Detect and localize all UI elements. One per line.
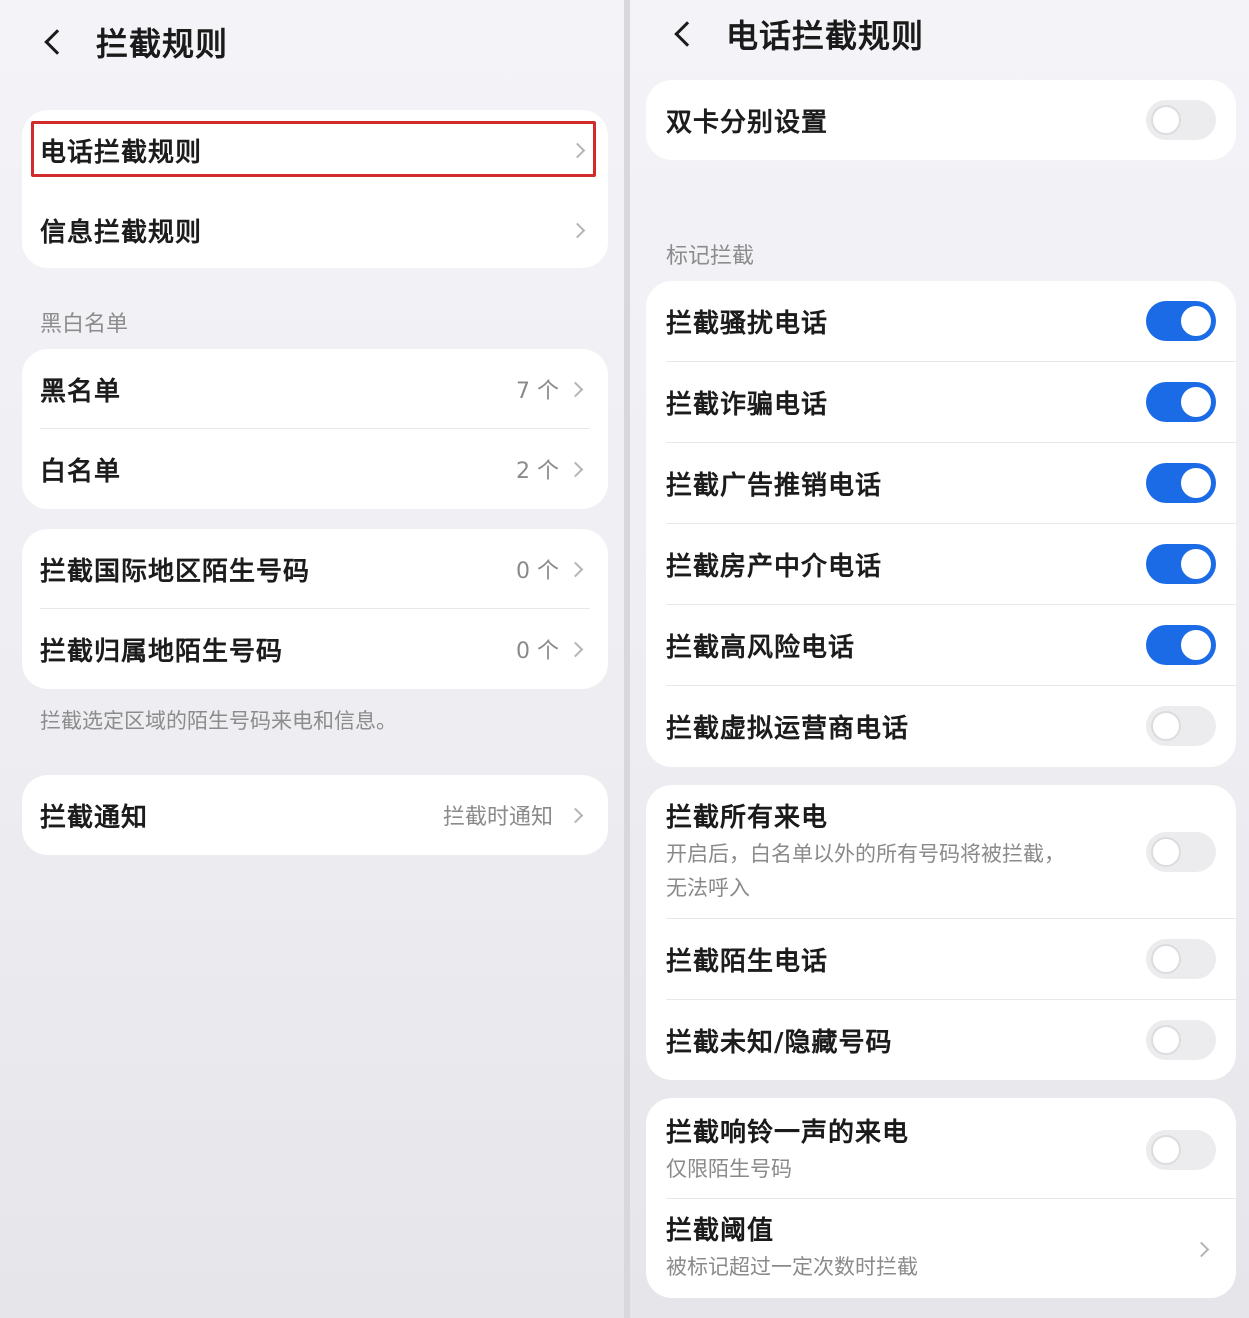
- one-ring-label: 拦截响铃一声的来电: [666, 1118, 910, 1148]
- chevron-right-icon: [567, 641, 584, 657]
- left-header: 拦截规则: [44, 20, 229, 64]
- whitelist-count: 2 个: [516, 459, 559, 484]
- chevron-right-icon: [567, 807, 584, 823]
- all-calls-desc-line1: 开启后，白名单以外的所有号码将被拦截，: [666, 842, 1065, 866]
- harass-item: 拦截骚扰电话: [646, 291, 1236, 351]
- one-ring-card: 拦截响铃一声的来电 仅限陌生号码 拦截阈值 被标记超过一定次数时拦截: [646, 1098, 1236, 1298]
- ads-item: 拦截广告推销电话: [646, 453, 1236, 513]
- region-card: 拦截国际地区陌生号码 0 个 拦截归属地陌生号码 0 个: [22, 529, 608, 689]
- back-arrow-icon[interactable]: [44, 29, 70, 55]
- dual-sim-toggle[interactable]: [1146, 100, 1216, 140]
- message-rules-label: 信息拦截规则: [40, 217, 203, 248]
- unknown-item: 拦截未知/隐藏号码: [646, 1010, 1236, 1070]
- chevron-right-icon: [567, 461, 584, 477]
- realestate-item: 拦截房产中介电话: [646, 534, 1236, 594]
- harass-toggle[interactable]: [1146, 301, 1216, 341]
- notify-label: 拦截通知: [40, 802, 149, 833]
- all-calls-label: 拦截所有来电: [666, 803, 829, 833]
- local-strangers-label: 拦截归属地陌生号码: [40, 636, 284, 667]
- threshold-item[interactable]: 拦截阈值 被标记超过一定次数时拦截: [646, 1198, 1236, 1298]
- divider: [666, 523, 1236, 524]
- all-calls-toggle[interactable]: [1146, 832, 1216, 872]
- right-header: 电话拦截规则: [674, 12, 925, 56]
- one-ring-toggle[interactable]: [1146, 1130, 1216, 1170]
- all-calls-text: 拦截所有来电 开启后，白名单以外的所有号码将被拦截， 无法呼入: [666, 799, 1065, 905]
- virtual-operator-item: 拦截虚拟运营商电话: [646, 696, 1236, 756]
- realestate-toggle[interactable]: [1146, 544, 1216, 584]
- notify-card: 拦截通知 拦截时通知: [22, 775, 608, 855]
- whitelist-label: 白名单: [40, 456, 122, 487]
- blacklist-item[interactable]: 黑名单 7 个: [22, 359, 608, 419]
- intl-strangers-count: 0 个: [516, 559, 559, 584]
- strangers-toggle[interactable]: [1146, 939, 1216, 979]
- strangers-item: 拦截陌生电话: [646, 929, 1236, 989]
- lists-card: 黑名单 7 个 白名单 2 个: [22, 349, 608, 509]
- chevron-right-icon: [567, 381, 584, 397]
- fraud-item: 拦截诈骗电话: [646, 372, 1236, 432]
- section-label-mark: 标记拦截: [666, 244, 755, 269]
- back-arrow-icon[interactable]: [674, 21, 700, 47]
- harass-label: 拦截骚扰电话: [666, 308, 829, 339]
- whitelist-item[interactable]: 白名单 2 个: [22, 439, 608, 499]
- page-title: 拦截规则: [96, 25, 229, 63]
- notify-value: 拦截时通知: [443, 805, 554, 830]
- virtual-operator-label: 拦截虚拟运营商电话: [666, 713, 910, 744]
- chevron-right-icon: [1193, 1241, 1210, 1258]
- divider: [40, 428, 590, 429]
- region-note: 拦截选定区域的陌生号码来电和信息。: [40, 709, 397, 733]
- ads-label: 拦截广告推销电话: [666, 470, 883, 501]
- divider: [666, 604, 1236, 605]
- notify-item[interactable]: 拦截通知 拦截时通知: [22, 785, 608, 845]
- divider: [666, 999, 1236, 1000]
- all-calls-card: 拦截所有来电 开启后，白名单以外的所有号码将被拦截， 无法呼入 拦截陌生电话 拦…: [646, 785, 1236, 1080]
- dual-sim-item: 双卡分别设置: [646, 90, 1236, 150]
- unknown-label: 拦截未知/隐藏号码: [666, 1027, 893, 1058]
- dual-sim-label: 双卡分别设置: [666, 107, 829, 138]
- realestate-label: 拦截房产中介电话: [666, 551, 883, 582]
- divider: [666, 685, 1236, 686]
- threshold-label: 拦截阈值: [666, 1216, 775, 1246]
- highrisk-item: 拦截高风险电话: [646, 615, 1236, 675]
- mark-intercept-card: 拦截骚扰电话 拦截诈骗电话 拦截广告推销电话 拦截房产中介电话 拦截高风险电话 …: [646, 281, 1236, 767]
- divider: [666, 361, 1236, 362]
- page-title: 电话拦截规则: [726, 17, 925, 55]
- all-calls-desc-line2: 无法呼入: [666, 876, 750, 900]
- right-panel: 电话拦截规则 双卡分别设置 标记拦截 拦截骚扰电话 拦截诈骗电话 拦截广告推销电…: [630, 0, 1249, 1318]
- virtual-operator-toggle[interactable]: [1146, 706, 1216, 746]
- fraud-label: 拦截诈骗电话: [666, 389, 829, 420]
- divider: [666, 918, 1236, 919]
- left-panel: 拦截规则 电话拦截规则 信息拦截规则 黑白名单 黑名单 7 个 白名单 2 个 …: [0, 0, 624, 1318]
- chevron-right-icon: [569, 222, 586, 238]
- divider: [40, 608, 590, 609]
- one-ring-text: 拦截响铃一声的来电 仅限陌生号码: [666, 1114, 909, 1186]
- chevron-right-icon: [567, 561, 584, 577]
- section-label-lists: 黑白名单: [40, 312, 129, 337]
- blacklist-label: 黑名单: [40, 376, 122, 407]
- local-strangers-item[interactable]: 拦截归属地陌生号码 0 个: [22, 619, 608, 679]
- highlight-box: [31, 121, 596, 177]
- ads-toggle[interactable]: [1146, 463, 1216, 503]
- message-rules-item[interactable]: 信息拦截规则: [22, 200, 608, 260]
- intl-strangers-label: 拦截国际地区陌生号码: [40, 556, 311, 587]
- threshold-text: 拦截阈值 被标记超过一定次数时拦截: [666, 1212, 918, 1284]
- blacklist-count: 7 个: [516, 379, 559, 404]
- unknown-toggle[interactable]: [1146, 1020, 1216, 1060]
- threshold-desc: 被标记超过一定次数时拦截: [666, 1255, 918, 1279]
- strangers-label: 拦截陌生电话: [666, 946, 829, 977]
- dual-sim-card: 双卡分别设置: [646, 80, 1236, 160]
- fraud-toggle[interactable]: [1146, 382, 1216, 422]
- intl-strangers-item[interactable]: 拦截国际地区陌生号码 0 个: [22, 539, 608, 599]
- highrisk-toggle[interactable]: [1146, 625, 1216, 665]
- local-strangers-count: 0 个: [516, 639, 559, 664]
- divider: [666, 442, 1236, 443]
- one-ring-desc: 仅限陌生号码: [666, 1157, 792, 1181]
- highrisk-label: 拦截高风险电话: [666, 632, 856, 663]
